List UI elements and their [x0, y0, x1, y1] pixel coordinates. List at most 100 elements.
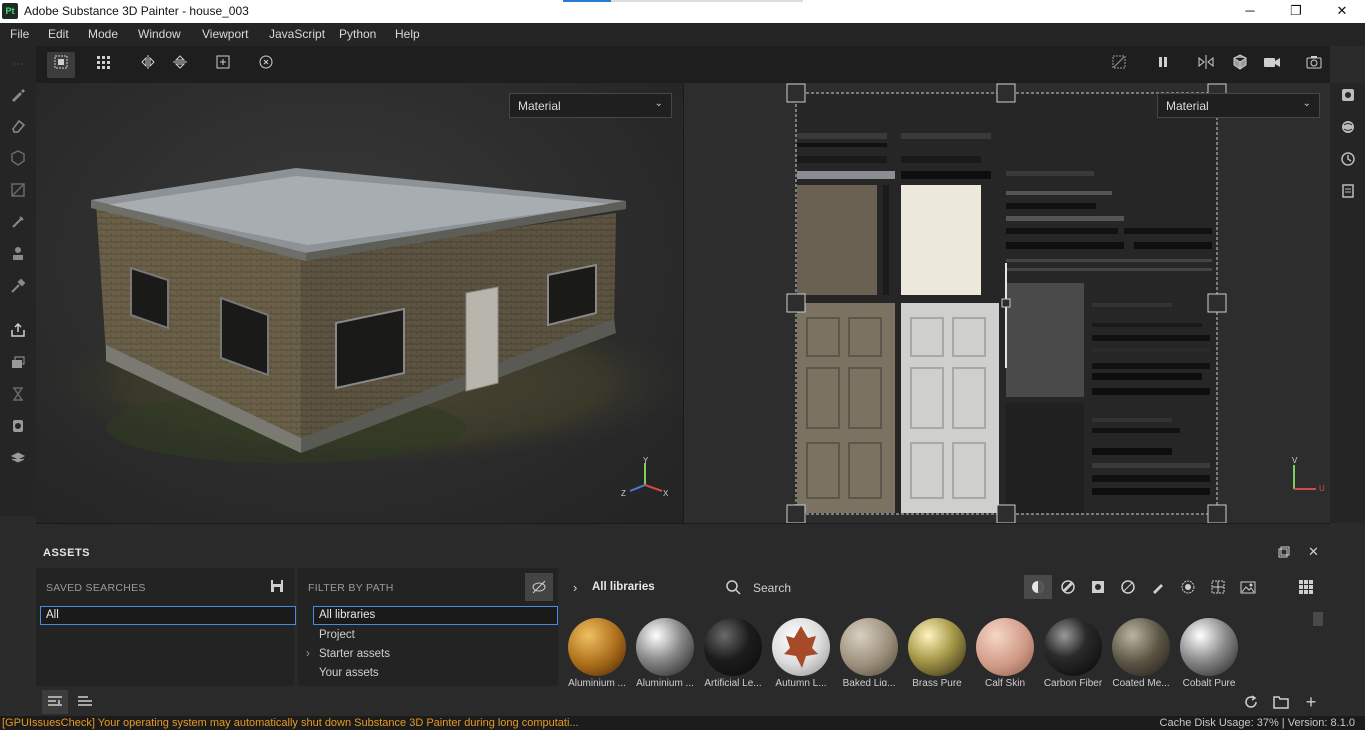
viewport-2d[interactable]: Material ⌄ V U	[684, 83, 1330, 523]
material-thumb-baked-light[interactable]	[840, 618, 898, 676]
material-thumb-cobalt-pure[interactable]	[1180, 618, 1238, 676]
axis-v-label: V	[1292, 456, 1298, 465]
material-stack-icon[interactable]	[7, 354, 29, 376]
material-thumb-brass-pure[interactable]	[908, 618, 966, 676]
viewport-toolbar	[36, 46, 1330, 83]
toggle-sidebar-icon[interactable]	[42, 690, 68, 714]
material-label: Aluminium ...	[568, 678, 626, 686]
reset-camera-icon[interactable]	[252, 52, 280, 78]
screenshot-icon[interactable]	[1300, 52, 1328, 78]
refresh-icon[interactable]	[1238, 690, 1264, 714]
material-label: Brass Pure	[912, 678, 962, 686]
texture-set-settings-icon[interactable]	[1338, 87, 1358, 107]
log-icon[interactable]	[1338, 183, 1358, 203]
material-thumb-aluminium-gold[interactable]	[568, 618, 626, 676]
minimize-button[interactable]: ─	[1227, 0, 1273, 23]
split-view-icon[interactable]	[1192, 52, 1220, 78]
path-project[interactable]: Project	[319, 629, 355, 641]
material-thumb-artificial-leather[interactable]	[704, 618, 762, 676]
smudge-icon[interactable]	[7, 214, 29, 236]
view-grid-icon[interactable]	[91, 52, 119, 78]
path-starter-assets[interactable]: Starter assets	[319, 648, 390, 660]
hourglass-icon[interactable]	[7, 386, 29, 408]
close-panel-icon[interactable]: ✕	[1308, 544, 1319, 560]
environment-settings-icon[interactable]	[1338, 119, 1358, 139]
material-thumb-calf-skin[interactable]	[976, 618, 1034, 676]
house-model	[36, 168, 683, 468]
menu-help[interactable]: Help	[395, 27, 420, 41]
filter-smart-materials-icon[interactable]	[1054, 575, 1082, 599]
pause-render-icon[interactable]	[1149, 52, 1177, 78]
path-your-assets[interactable]: Your assets	[319, 667, 379, 679]
filter-brushes-icon[interactable]	[1144, 575, 1172, 599]
history-icon[interactable]	[1338, 151, 1358, 171]
material-thumb-coated-metal[interactable]	[1112, 618, 1170, 676]
filter-by-path-title: FILTER BY PATH	[308, 582, 394, 594]
polygon-fill-icon[interactable]	[7, 182, 29, 204]
save-search-icon[interactable]	[270, 579, 284, 596]
material-label: Aluminium ...	[636, 678, 694, 686]
filter-alphas-icon[interactable]	[1174, 575, 1202, 599]
menu-mode[interactable]: Mode	[88, 27, 118, 41]
material-thumb-autumn-leaf[interactable]	[772, 618, 830, 676]
axis-x-label: X	[663, 489, 669, 498]
bake-export-icon[interactable]	[7, 322, 29, 344]
path-all-libraries[interactable]: All libraries	[313, 606, 558, 625]
assets-scrollbar[interactable]	[1313, 612, 1323, 626]
filter-smart-masks-icon[interactable]	[1114, 575, 1142, 599]
filter-environments-icon[interactable]	[1234, 575, 1262, 599]
search-input[interactable]: Search	[753, 581, 791, 595]
viewport3d-mode-dropdown[interactable]: Material ⌄	[509, 93, 672, 118]
bake-mesh-icon[interactable]	[7, 418, 29, 440]
breadcrumb-chevron-icon[interactable]: ›	[573, 580, 577, 595]
toggle-list-icon[interactable]	[72, 690, 98, 714]
eraser-icon[interactable]	[7, 118, 29, 140]
symmetry-x-icon[interactable]	[134, 52, 162, 78]
viewport3d-mode-label: Material	[518, 99, 561, 113]
view-mode-grid-icon[interactable]	[1292, 575, 1320, 599]
panel-splitter[interactable]	[36, 523, 1330, 536]
maximize-button[interactable]: ❐	[1273, 0, 1319, 23]
3d-display-icon[interactable]	[1226, 52, 1254, 78]
float-panel-icon[interactable]	[1278, 546, 1290, 558]
axis-y-label: Y	[643, 456, 649, 465]
hide-uv-icon[interactable]	[1105, 52, 1133, 78]
viewport-3d[interactable]: Material ⌄ Y X Z	[36, 83, 683, 523]
material-thumb-aluminium[interactable]	[636, 618, 694, 676]
chevron-right-icon[interactable]: ›	[306, 648, 310, 660]
paint-brush-icon[interactable]	[7, 86, 29, 108]
chevron-down-icon: ⌄	[654, 98, 663, 109]
close-window-button[interactable]: ✕	[1319, 0, 1365, 23]
camera-icon[interactable]	[1258, 52, 1286, 78]
filter-masks-icon[interactable]	[1084, 575, 1112, 599]
filter-textures-icon[interactable]	[1204, 575, 1232, 599]
viewport2d-mode-dropdown[interactable]: Material ⌄	[1157, 93, 1320, 118]
open-folder-icon[interactable]	[1268, 690, 1294, 714]
right-toolbar	[1330, 83, 1365, 523]
material-thumb-carbon-fiber[interactable]	[1044, 618, 1102, 676]
symmetry-y-icon[interactable]	[166, 52, 194, 78]
menu-javascript[interactable]: JavaScript	[269, 27, 325, 41]
status-bar: [GPUIssuesCheck] Your operating system m…	[0, 716, 1365, 730]
view-single-icon[interactable]	[47, 52, 75, 78]
filter-materials-icon[interactable]	[1024, 575, 1052, 599]
display-settings-icon[interactable]	[7, 450, 29, 472]
menu-window[interactable]: Window	[138, 27, 181, 41]
title-accent-secondary	[611, 0, 803, 2]
status-warning[interactable]: [GPUIssuesCheck] Your operating system m…	[2, 717, 579, 729]
hide-path-icon[interactable]	[525, 573, 553, 601]
saved-search-all[interactable]: All	[40, 606, 296, 625]
clone-stamp-icon[interactable]	[7, 246, 29, 268]
picker-icon[interactable]	[7, 278, 29, 300]
saved-searches-panel: SAVED SEARCHES All	[36, 568, 296, 686]
menu-python[interactable]: Python	[339, 27, 376, 41]
uv-texture-sheet	[786, 83, 1227, 523]
menu-file[interactable]: File	[10, 27, 29, 41]
projection-icon[interactable]	[7, 150, 29, 172]
fit-view-icon[interactable]	[209, 52, 237, 78]
add-asset-icon[interactable]: +	[1298, 690, 1324, 714]
menu-edit[interactable]: Edit	[48, 27, 69, 41]
breadcrumb[interactable]: All libraries	[592, 581, 655, 593]
menu-viewport[interactable]: Viewport	[202, 27, 248, 41]
material-label: Autumn L...	[775, 678, 827, 686]
